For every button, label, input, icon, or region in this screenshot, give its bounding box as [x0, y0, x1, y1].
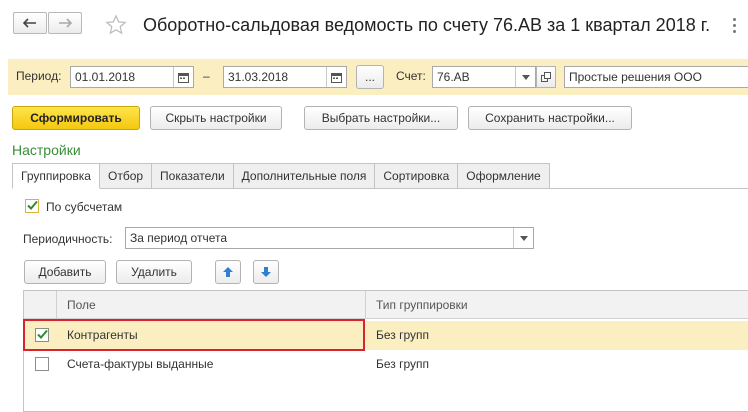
tab-indicators[interactable]: Показатели [152, 163, 234, 189]
organization-value: Простые решения ООО [569, 70, 702, 84]
period-to-field[interactable]: 31.03.2018 [223, 66, 347, 88]
hide-settings-button[interactable]: Скрыть настройки [150, 106, 282, 130]
period-from-value: 01.01.2018 [75, 70, 136, 84]
by-subaccounts-label: По субсчетам [46, 200, 123, 214]
checkmark-icon [27, 200, 38, 210]
column-divider [365, 291, 366, 319]
calendar-icon [331, 72, 342, 83]
generate-button[interactable]: Сформировать [12, 106, 140, 130]
period-to-value: 31.03.2018 [228, 70, 289, 84]
arrow-left-icon [23, 18, 36, 28]
delete-button[interactable]: Удалить [116, 260, 192, 284]
period-from-field[interactable]: 01.01.2018 [70, 66, 194, 88]
add-button-label: Добавить [38, 265, 92, 279]
tab-sorting[interactable]: Сортировка [375, 163, 459, 189]
more-menu-icon[interactable] [733, 18, 737, 36]
row-checkbox[interactable] [35, 357, 49, 371]
period-dash: – [203, 69, 210, 83]
highlight-frame [23, 319, 365, 351]
periodicity-dropdown-button[interactable] [513, 228, 533, 248]
chevron-down-icon [519, 235, 528, 241]
arrow-right-icon [59, 18, 72, 28]
account-label: Счет: [396, 69, 426, 83]
arrow-up-icon [223, 267, 233, 277]
row-grouping-type[interactable]: Без групп [376, 328, 429, 342]
column-header-field[interactable]: Поле [67, 298, 96, 312]
tab-additional-fields[interactable]: Дополнительные поля [233, 163, 376, 189]
save-settings-label: Сохранить настройки... [485, 111, 615, 125]
save-settings-button[interactable]: Сохранить настройки... [468, 106, 632, 130]
choose-settings-button[interactable]: Выбрать настройки... [304, 106, 458, 130]
move-down-button[interactable] [253, 260, 279, 284]
periodicity-value: За период отчета [130, 231, 228, 245]
periodicity-label: Периодичность: [23, 232, 113, 246]
table-row[interactable]: Счета-фактуры выданные Без групп [24, 350, 748, 379]
calendar-to-button[interactable] [326, 67, 346, 87]
tab-grouping[interactable]: Группировка [12, 163, 100, 189]
periodicity-field[interactable]: За период отчета [125, 227, 534, 249]
by-subaccounts-checkbox[interactable] [25, 199, 39, 213]
choose-settings-label: Выбрать настройки... [321, 111, 441, 125]
open-window-icon [541, 72, 551, 82]
row-grouping-type[interactable]: Без групп [376, 357, 429, 371]
tab-appearance[interactable]: Оформление [458, 163, 550, 189]
delete-button-label: Удалить [131, 265, 177, 279]
back-button[interactable] [13, 12, 47, 34]
period-select-label: ... [364, 70, 375, 84]
account-value: 76.АВ [437, 70, 470, 84]
generate-button-label: Сформировать [30, 111, 122, 125]
period-label: Период: [16, 69, 62, 83]
account-field[interactable]: 76.АВ [432, 66, 536, 88]
chevron-down-icon [521, 74, 530, 80]
table-header: Поле Тип группировки [24, 291, 748, 319]
arrow-down-icon [261, 267, 271, 277]
account-open-button[interactable] [536, 66, 556, 88]
calendar-icon [178, 72, 189, 83]
page-title: Оборотно-сальдовая ведомость по счету 76… [143, 15, 711, 35]
organization-field[interactable]: Простые решения ООО [564, 66, 748, 88]
column-divider [56, 291, 57, 319]
settings-section-title: Настройки [12, 142, 81, 158]
hide-settings-label: Скрыть настройки [165, 111, 267, 125]
forward-button[interactable] [48, 12, 82, 34]
grouping-table: Поле Тип группировки Контрагенты Без гру… [23, 290, 748, 412]
settings-tabs: Группировка Отбор Показатели Дополнитель… [12, 163, 550, 189]
column-header-grouping-type[interactable]: Тип группировки [376, 298, 468, 312]
account-dropdown-button[interactable] [515, 67, 535, 87]
tab-filter[interactable]: Отбор [99, 163, 153, 189]
add-button[interactable]: Добавить [24, 260, 106, 284]
period-select-button[interactable]: ... [356, 65, 384, 89]
row-field: Счета-фактуры выданные [67, 357, 214, 371]
calendar-from-button[interactable] [173, 67, 193, 87]
move-up-button[interactable] [215, 260, 241, 284]
favorite-star-icon[interactable] [105, 14, 127, 39]
